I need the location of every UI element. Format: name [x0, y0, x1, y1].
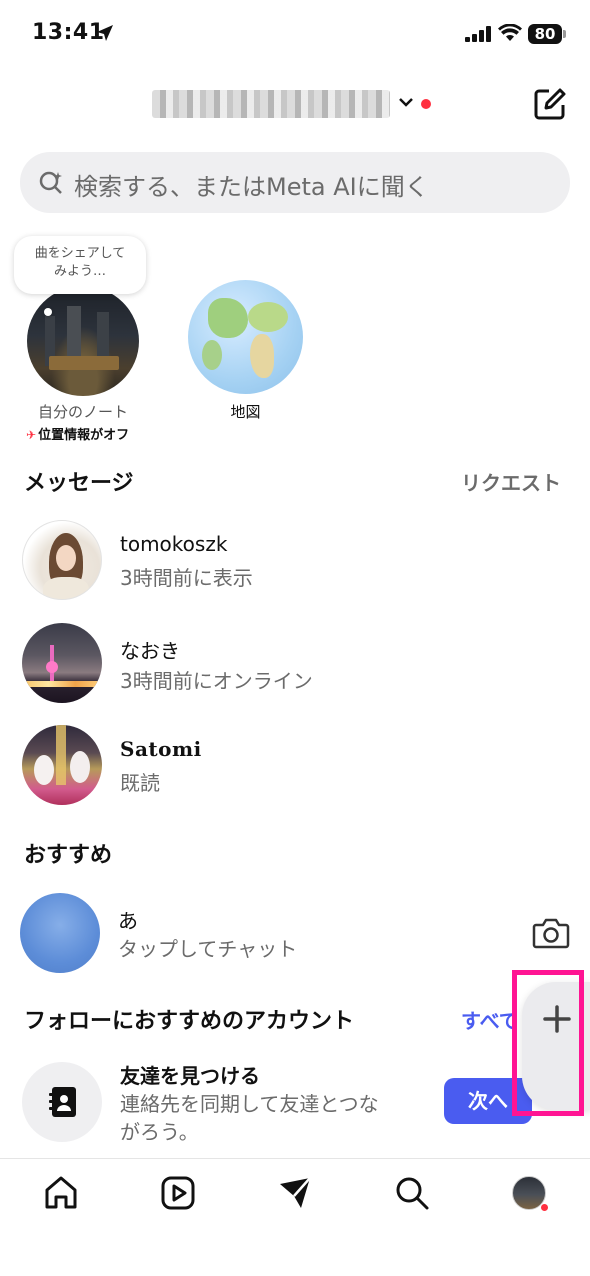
wifi-icon: [498, 24, 522, 41]
thread-name: なおき: [120, 639, 180, 663]
location-off-status[interactable]: ✈ 位置情報がオフ: [26, 424, 129, 443]
profile-notification-dot: [540, 1203, 549, 1212]
find-friends-title: 友達を見つける: [120, 1064, 260, 1088]
map-label: 地図: [230, 403, 261, 421]
my-note-label: 自分のノート: [37, 403, 128, 421]
thread-status: 既読: [120, 771, 160, 795]
requests-link[interactable]: リクエスト: [461, 467, 561, 496]
highlight-box: [512, 970, 584, 1116]
suggested-section-title: おすすめ: [24, 843, 113, 868]
avatar: [20, 893, 100, 973]
avatar: [22, 520, 102, 600]
header: [0, 80, 590, 130]
location-arrow-icon: [97, 25, 113, 41]
note-bubble-text: 曲をシェアして みよう…: [34, 246, 126, 279]
search-input[interactable]: 検索する、またはMeta AIに聞く: [20, 152, 570, 213]
chevron-down-icon[interactable]: [398, 96, 414, 108]
username-blurred[interactable]: [152, 90, 390, 118]
thread-status: 3時間前にオンライン: [120, 669, 313, 693]
battery-icon: 80: [528, 24, 562, 44]
battery-nub: [563, 30, 566, 38]
direct-messages-icon[interactable]: [277, 1175, 313, 1211]
note-bubble-tail: [44, 308, 52, 316]
reels-icon[interactable]: [160, 1175, 196, 1211]
thread-status: 3時間前に表示: [120, 566, 253, 590]
tab-bar: [0, 1158, 590, 1276]
contacts-icon-circle: [22, 1062, 102, 1142]
suggested-row[interactable]: あ タップしてチャット: [0, 893, 590, 979]
thread-name: tomokoszk: [120, 532, 228, 556]
meta-ai-search-icon: [39, 171, 62, 194]
cellular-signal-icon: [465, 26, 491, 42]
contact-book-icon: [49, 1087, 76, 1117]
notification-dot: [421, 99, 431, 109]
note-bubble[interactable]: 曲をシェアして みよう…: [14, 236, 146, 294]
thread-row[interactable]: なおき 3時間前にオンライン: [0, 623, 590, 709]
search-icon[interactable]: [394, 1175, 430, 1211]
status-bar: 13:41 80: [0, 0, 590, 70]
location-off-text: 位置情報がオフ: [38, 428, 130, 443]
camera-icon[interactable]: [532, 917, 570, 949]
map-avatar[interactable]: [188, 280, 303, 394]
messages-section-title: メッセージ: [24, 471, 134, 496]
my-note-avatar[interactable]: [27, 286, 139, 396]
search-placeholder: 検索する、またはMeta AIに聞く: [74, 173, 429, 201]
compose-icon[interactable]: [532, 86, 568, 122]
thread-row[interactable]: tomokoszk 3時間前に表示: [0, 520, 590, 606]
suggested-status: タップしてチャット: [118, 937, 298, 961]
thread-row[interactable]: Satomi 既読: [0, 725, 590, 811]
location-off-icon: ✈: [26, 428, 37, 442]
see-all-link[interactable]: すべて: [461, 1005, 519, 1034]
avatar: [22, 623, 102, 703]
notes-row: 曲をシェアして みよう… 自分のノート ✈ 位置情報がオフ 地図: [0, 236, 590, 446]
avatar: [22, 725, 102, 805]
home-icon[interactable]: [43, 1175, 79, 1211]
suggested-name: あ: [118, 909, 138, 933]
find-friends-description: 連絡先を同期して友達とつながろう。: [120, 1092, 379, 1144]
status-time: 13:41: [32, 20, 105, 45]
thread-name: Satomi: [120, 737, 202, 761]
follow-suggestions-title: フォローにおすすめのアカウント: [24, 1009, 355, 1034]
